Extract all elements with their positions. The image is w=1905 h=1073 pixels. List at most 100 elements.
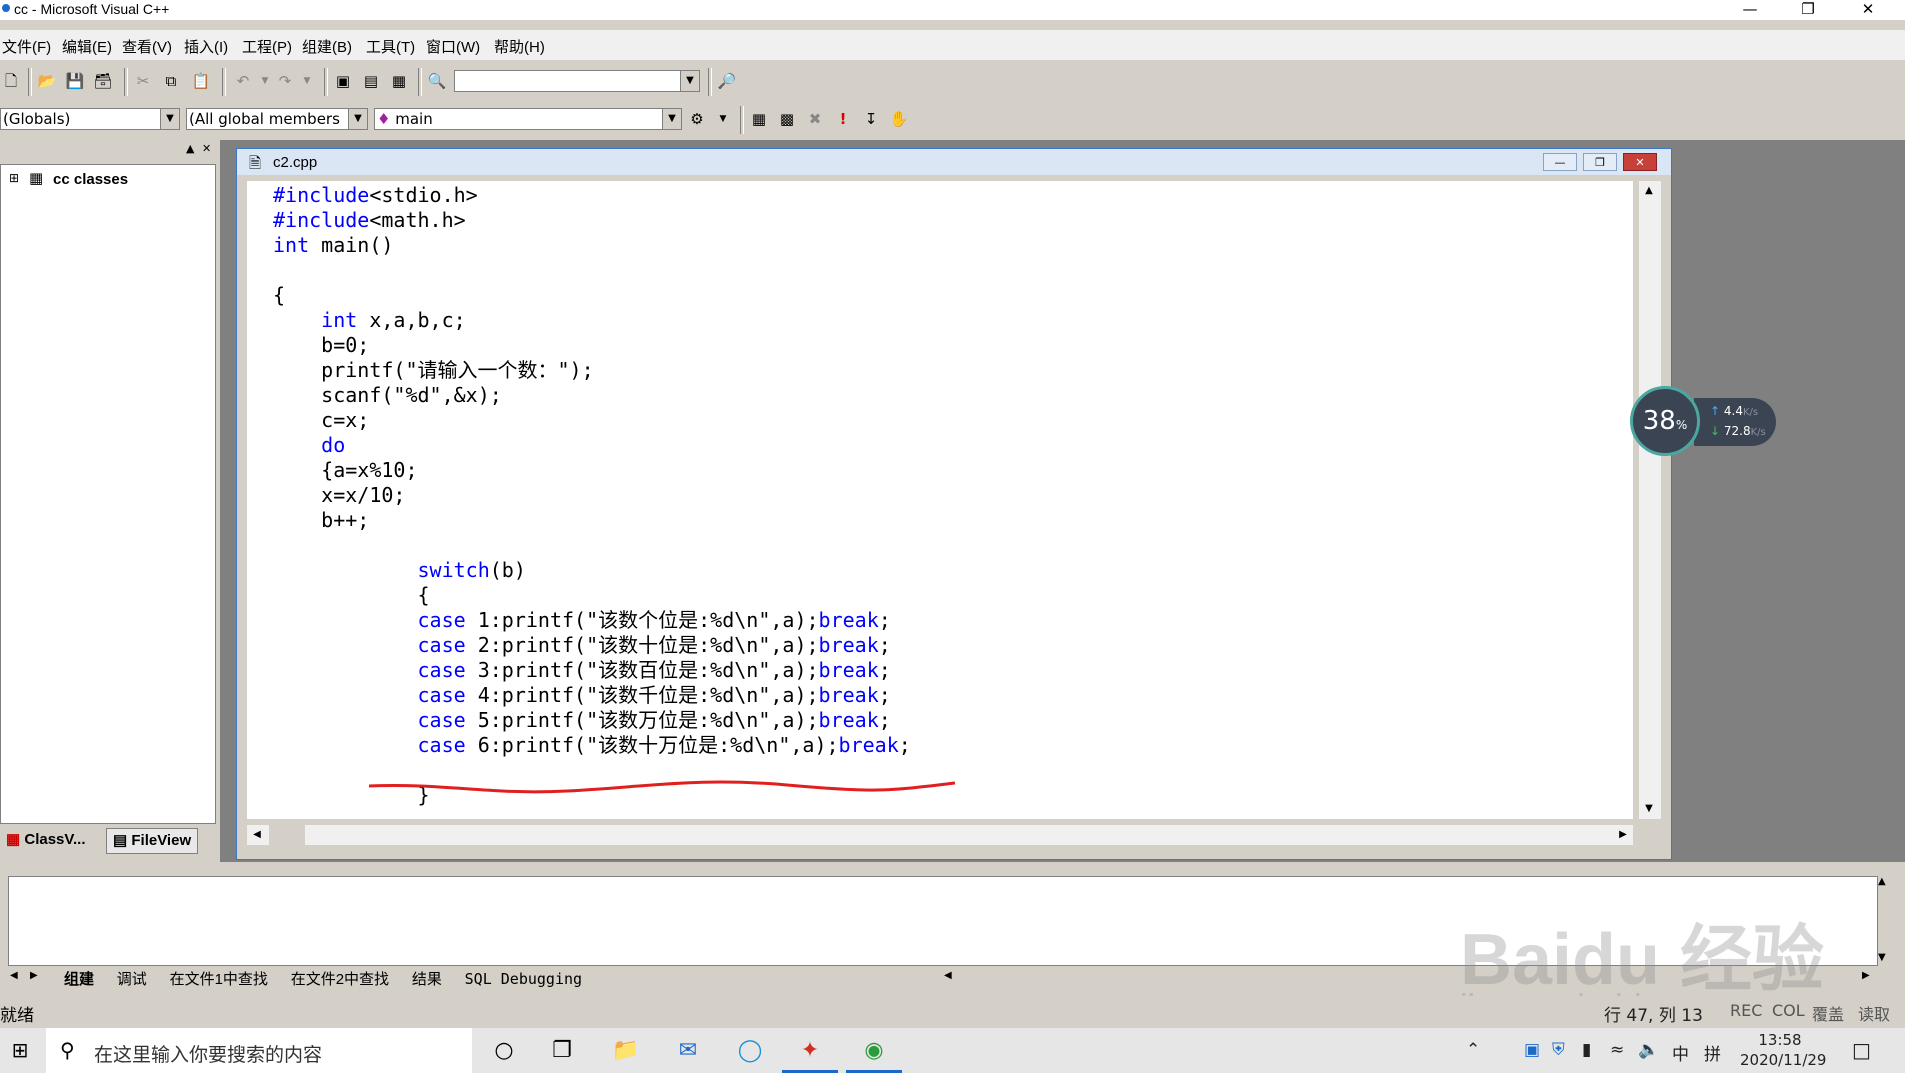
pane-close-icon[interactable]: ✕: [202, 142, 211, 155]
close-button[interactable]: ✕: [1845, 0, 1891, 20]
tray-app-icon[interactable]: ▣: [1524, 1040, 1540, 1060]
tab-classview[interactable]: ▦ ClassV...: [0, 828, 92, 852]
class-tree[interactable]: ⊞ ▦ cc classes: [0, 164, 216, 824]
tree-root-label[interactable]: cc classes: [53, 171, 128, 188]
editor-minimize-button[interactable]: —: [1543, 153, 1577, 171]
scroll-thumb[interactable]: [269, 825, 305, 845]
tab-fileview[interactable]: ▤ FileView: [106, 828, 199, 854]
volume-icon[interactable]: 🔈: [1638, 1040, 1659, 1060]
upload-value: 4.4: [1723, 404, 1743, 418]
copy-icon[interactable]: ⧉: [160, 70, 182, 92]
cortana-icon[interactable]: ○: [476, 1028, 532, 1073]
menu-file[interactable]: 文件(F): [2, 36, 51, 57]
editor-close-button[interactable]: ✕: [1623, 153, 1657, 171]
scroll-up-icon[interactable]: ▲: [1639, 181, 1659, 201]
wifi-icon[interactable]: ≈: [1610, 1040, 1624, 1060]
menu-insert[interactable]: 插入(I): [184, 36, 228, 57]
save-all-icon[interactable]: 🗃: [92, 70, 114, 92]
horizontal-scrollbar[interactable]: ◀ ▶: [247, 825, 1633, 845]
undo-icon[interactable]: ↶: [232, 70, 254, 92]
tab-scroll-left-icon[interactable]: ◀: [10, 970, 18, 981]
code-editor[interactable]: #include<stdio.h> #include<math.h> int mai…: [247, 181, 1633, 819]
mail-icon[interactable]: ✉: [660, 1028, 716, 1073]
find-in-files-icon[interactable]: 🔍: [426, 70, 448, 92]
hscroll-right-icon[interactable]: ▶: [1862, 970, 1870, 981]
members-combo[interactable]: (All global members ▼: [186, 108, 368, 130]
redo-icon[interactable]: ↷: [274, 70, 296, 92]
tab-fileview-label: FileView: [131, 832, 192, 849]
editor-restore-button[interactable]: ❐: [1583, 153, 1617, 171]
output-window-icon[interactable]: ▤: [360, 70, 382, 92]
chevron-down-icon[interactable]: ▼: [662, 109, 681, 129]
ime-mode[interactable]: 中: [1672, 1040, 1689, 1065]
status-text: 就绪: [0, 1006, 34, 1026]
taskbar-search[interactable]: ⚲ 在这里输入你要搜索的内容: [46, 1028, 472, 1073]
menu-view[interactable]: 查看(V): [122, 36, 172, 57]
notification-icon[interactable]: □: [1852, 1038, 1871, 1062]
tab-find-in-files-2[interactable]: 在文件2中查找: [283, 968, 397, 989]
undo-dropdown-icon[interactable]: ▼: [254, 70, 276, 92]
menu-project[interactable]: 工程(P): [242, 36, 292, 57]
usage-percent-unit: %: [1675, 418, 1688, 432]
execute-icon[interactable]: !: [832, 108, 854, 130]
upload-speed: ↑ 4.4K/s: [1710, 404, 1758, 418]
code-line: {a=x%10;: [273, 458, 418, 482]
scope-combo[interactable]: (Globals) ▼: [0, 108, 180, 130]
paste-icon[interactable]: 📋: [190, 70, 212, 92]
tab-find-in-files-1[interactable]: 在文件1中查找: [162, 968, 276, 989]
vertical-scrollbar[interactable]: ▲ ▼: [1639, 181, 1661, 819]
menu-tools[interactable]: 工具(T): [366, 36, 415, 57]
find-combo[interactable]: ▼: [454, 70, 700, 92]
wizard-action-icon[interactable]: ⚙: [686, 108, 708, 130]
redo-dropdown-icon[interactable]: ▼: [296, 70, 318, 92]
output-scroll-up-icon[interactable]: ▲: [1878, 876, 1886, 887]
tab-debug[interactable]: 调试: [109, 968, 155, 989]
minimize-button[interactable]: —: [1727, 0, 1773, 20]
ime-pinyin[interactable]: 拼: [1704, 1040, 1721, 1065]
chevron-down-icon[interactable]: ▼: [160, 109, 179, 129]
wizard-dropdown-icon[interactable]: ▼: [712, 108, 734, 130]
output-scroll-down-icon[interactable]: ▼: [1878, 952, 1886, 963]
menu-window[interactable]: 窗口(W): [426, 36, 480, 57]
tab-build[interactable]: 组建: [56, 968, 102, 989]
expand-icon[interactable]: ⊞: [9, 171, 19, 185]
menu-help[interactable]: 帮助(H): [494, 36, 545, 57]
pane-maximize-icon[interactable]: ▲: [186, 142, 194, 155]
show-hidden-icons-icon[interactable]: ⌃: [1466, 1040, 1480, 1060]
breakpoint-hand-icon[interactable]: ✋: [888, 108, 910, 130]
window-list-icon[interactable]: ▦: [388, 70, 410, 92]
shield-icon[interactable]: ⛨: [1552, 1040, 1565, 1060]
cut-icon[interactable]: ✂: [132, 70, 154, 92]
menu-build[interactable]: 组建(B): [302, 36, 352, 57]
chrome-icon[interactable]: ◉: [846, 1028, 902, 1073]
clock[interactable]: 13:58 2020/11/29: [1740, 1030, 1826, 1070]
workspace-icon[interactable]: ▣: [332, 70, 354, 92]
menu-edit[interactable]: 编辑(E): [62, 36, 112, 57]
network-speed-widget[interactable]: ↑ 4.4K/s ↓ 72.8K/s 38%: [1630, 386, 1778, 456]
hscroll-left-icon[interactable]: ◀: [944, 970, 952, 981]
scroll-left-icon[interactable]: ◀: [247, 825, 267, 845]
tab-sql-debugging[interactable]: SQL Debugging: [457, 970, 590, 988]
build-icon[interactable]: ▩: [776, 108, 798, 130]
stop-build-icon[interactable]: ✖: [804, 108, 826, 130]
battery-icon[interactable]: ▮: [1582, 1040, 1591, 1060]
task-view-icon[interactable]: ❐: [534, 1028, 590, 1073]
go-icon[interactable]: ↧: [860, 108, 882, 130]
file-explorer-icon[interactable]: 📁: [598, 1028, 654, 1073]
chevron-down-icon[interactable]: ▼: [348, 109, 367, 129]
find-icon[interactable]: 🔎: [716, 70, 738, 92]
tab-scroll-right-icon[interactable]: ▶: [30, 970, 38, 981]
restore-button[interactable]: ❐: [1785, 0, 1831, 20]
visual-cpp-icon[interactable]: ✦: [782, 1028, 838, 1073]
scroll-down-icon[interactable]: ▼: [1639, 799, 1659, 819]
windows-start-icon[interactable]: ⊞: [0, 1028, 40, 1073]
scroll-right-icon[interactable]: ▶: [1613, 825, 1633, 845]
new-text-file-icon[interactable]: 🗋: [0, 70, 22, 92]
chevron-down-icon[interactable]: ▼: [680, 71, 699, 91]
tab-results[interactable]: 结果: [404, 968, 450, 989]
compile-icon[interactable]: ▦: [748, 108, 770, 130]
function-combo[interactable]: ♦ main ▼: [374, 108, 682, 130]
edge-browser-icon[interactable]: ◯: [722, 1028, 778, 1073]
open-folder-icon[interactable]: 📂: [36, 70, 58, 92]
save-icon[interactable]: 💾: [64, 70, 86, 92]
